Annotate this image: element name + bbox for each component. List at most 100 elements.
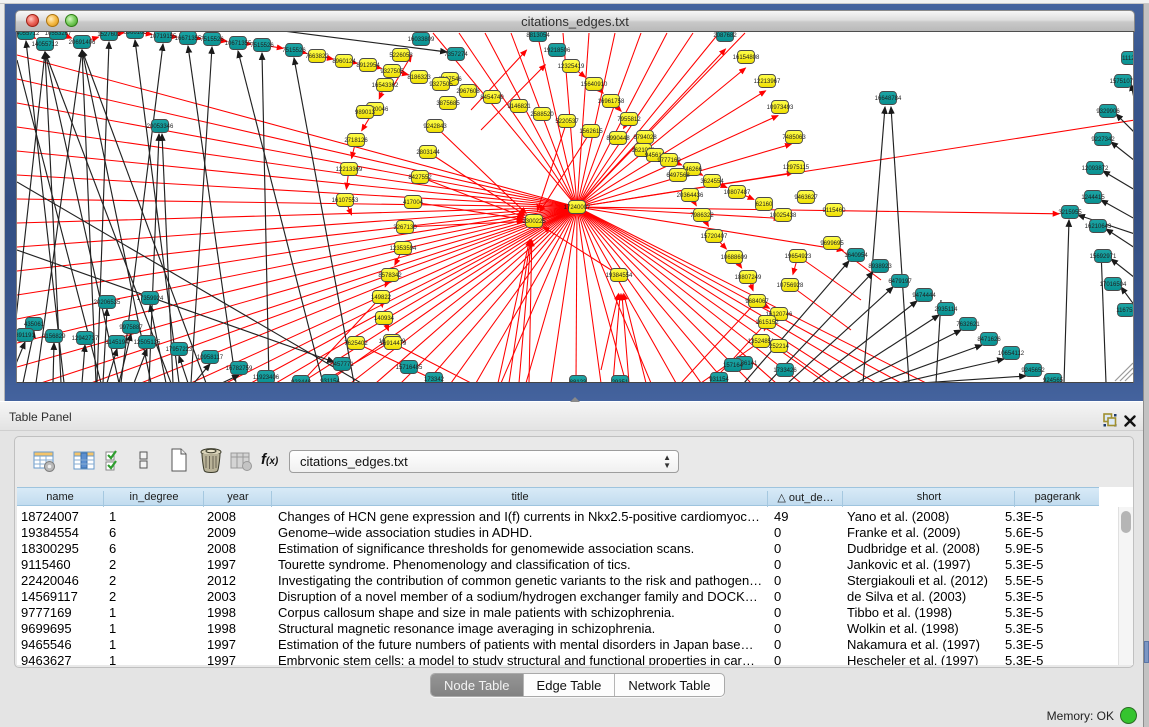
svg-text:12505135: 12505135 [134,340,161,346]
svg-text:3875685: 3875685 [436,101,460,107]
svg-text:1615152: 1615152 [755,320,779,326]
svg-text:7515526: 7515526 [200,37,224,43]
svg-text:16033809: 16033809 [408,37,435,43]
svg-text:15751074: 15751074 [1110,79,1134,85]
svg-text:9329906: 9329906 [1096,109,1120,115]
svg-text:5226058: 5226058 [389,53,413,59]
svg-text:7632621: 7632621 [956,322,980,328]
svg-text:12975115: 12975115 [783,165,810,171]
svg-text:6794028: 6794028 [633,135,657,141]
svg-text:173342: 173342 [424,377,445,383]
svg-text:923448: 923448 [291,380,312,383]
svg-text:9227342: 9227342 [1091,137,1115,143]
svg-text:1244415: 1244415 [1081,195,1105,201]
svg-text:2588520: 2588520 [530,112,554,118]
svg-text:140934: 140934 [374,316,395,322]
svg-text:16154808: 16154808 [733,55,760,61]
svg-text:6966160: 6966160 [123,32,147,36]
svg-text:8471626: 8471626 [977,337,1001,343]
svg-text:17016504: 17016504 [1100,282,1127,288]
svg-text:10756928: 10756928 [777,283,804,289]
svg-text:10654112: 10654112 [998,351,1025,357]
svg-text:29351: 29351 [612,380,629,383]
svg-text:2935114: 2935114 [935,307,959,313]
svg-text:1562615: 1562615 [579,129,603,135]
svg-text:20206535: 20206535 [94,300,121,306]
svg-text:12353594: 12353594 [390,246,417,252]
svg-text:15720407: 15720407 [701,234,728,240]
svg-text:15716485: 15716485 [396,365,423,371]
svg-text:20691406: 20691406 [69,40,96,46]
svg-text:3215955: 3215955 [1058,210,1082,216]
svg-text:10958117: 10958117 [197,355,224,361]
svg-text:62160: 62160 [756,202,773,208]
svg-text:17359924: 17359924 [137,296,164,302]
svg-text:9474444: 9474444 [912,293,936,299]
svg-text:1640954: 1640954 [844,253,868,259]
svg-text:9684067: 9684067 [745,299,769,305]
svg-text:14055712: 14055712 [17,32,40,37]
svg-text:9245652: 9245652 [1021,368,1045,374]
svg-text:6497568: 6497568 [666,173,690,179]
svg-text:7955812: 7955812 [617,117,641,123]
svg-text:19654923: 19654923 [785,254,812,260]
svg-text:16914479: 16914479 [380,341,407,347]
svg-text:2300225: 2300225 [522,219,546,225]
svg-text:7515526: 7515526 [282,48,306,54]
svg-text:17240007: 17240007 [564,205,591,211]
svg-text:8427552: 8427552 [408,175,432,181]
svg-text:16782759: 16782759 [226,366,253,372]
svg-text:17957223: 17957223 [166,347,193,353]
svg-text:252214: 252214 [769,344,790,350]
svg-text:20053346: 20053346 [147,124,174,130]
svg-text:9463627: 9463627 [794,195,818,201]
svg-text:16543362: 16543362 [372,83,399,89]
svg-text:1527602: 1527602 [97,32,121,38]
svg-text:7986322: 7986322 [690,213,714,219]
svg-text:2967608: 2967608 [456,89,480,95]
svg-text:16961758: 16961758 [598,99,625,105]
svg-text:931154: 931154 [320,379,340,383]
svg-text:1145194: 1145194 [106,340,130,346]
svg-text:88123: 88123 [570,380,587,383]
svg-text:8912954: 8912954 [356,63,380,69]
svg-text:9975887: 9975887 [119,325,143,331]
svg-text:116753: 116753 [1116,308,1134,314]
svg-text:9242843: 9242843 [423,124,447,130]
svg-text:14055712: 14055712 [32,42,59,48]
svg-text:12093872: 12093872 [1082,166,1109,172]
svg-text:6479197: 6479197 [888,279,912,285]
svg-text:8960124: 8960124 [332,59,356,65]
svg-text:10553267: 10553267 [45,32,72,37]
svg-text:15692971: 15692971 [1090,254,1117,260]
svg-text:7663822: 7663822 [305,54,329,60]
svg-text:12942737: 12942737 [72,336,99,342]
svg-text:8454749: 8454749 [480,95,504,101]
svg-text:11123: 11123 [1122,56,1134,62]
svg-text:11923406: 11923406 [253,375,280,381]
svg-text:5220537: 5220537 [555,119,579,125]
svg-text:12213369: 12213369 [336,167,363,173]
svg-text:7485063: 7485063 [782,135,806,141]
svg-text:3624554: 3624554 [700,179,724,185]
svg-text:16671355: 16671355 [175,36,202,42]
svg-text:10671355: 10671355 [225,41,252,47]
svg-text:8938923: 8938923 [868,264,892,270]
svg-text:10025438: 10025438 [770,213,797,219]
svg-text:9777169: 9777169 [657,158,681,164]
svg-text:9457771: 9457771 [330,362,354,368]
svg-text:9327505: 9327505 [429,82,453,88]
svg-text:20364436: 20364436 [677,193,704,199]
svg-text:7357274: 7357274 [444,52,468,58]
svg-text:8186323: 8186323 [407,75,431,81]
svg-text:3267130: 3267130 [393,225,417,231]
svg-text:8578342: 8578342 [378,273,402,279]
svg-text:2087682: 2087682 [713,33,737,39]
svg-text:16210643: 16210643 [1085,224,1112,230]
svg-text:9115460: 9115460 [823,208,847,214]
svg-text:931154: 931154 [709,377,729,383]
svg-text:417004: 417004 [403,200,424,206]
svg-text:16648784: 16648784 [875,96,902,102]
svg-text:15640910: 15640910 [581,82,608,88]
svg-text:19218506: 19218506 [544,48,571,54]
